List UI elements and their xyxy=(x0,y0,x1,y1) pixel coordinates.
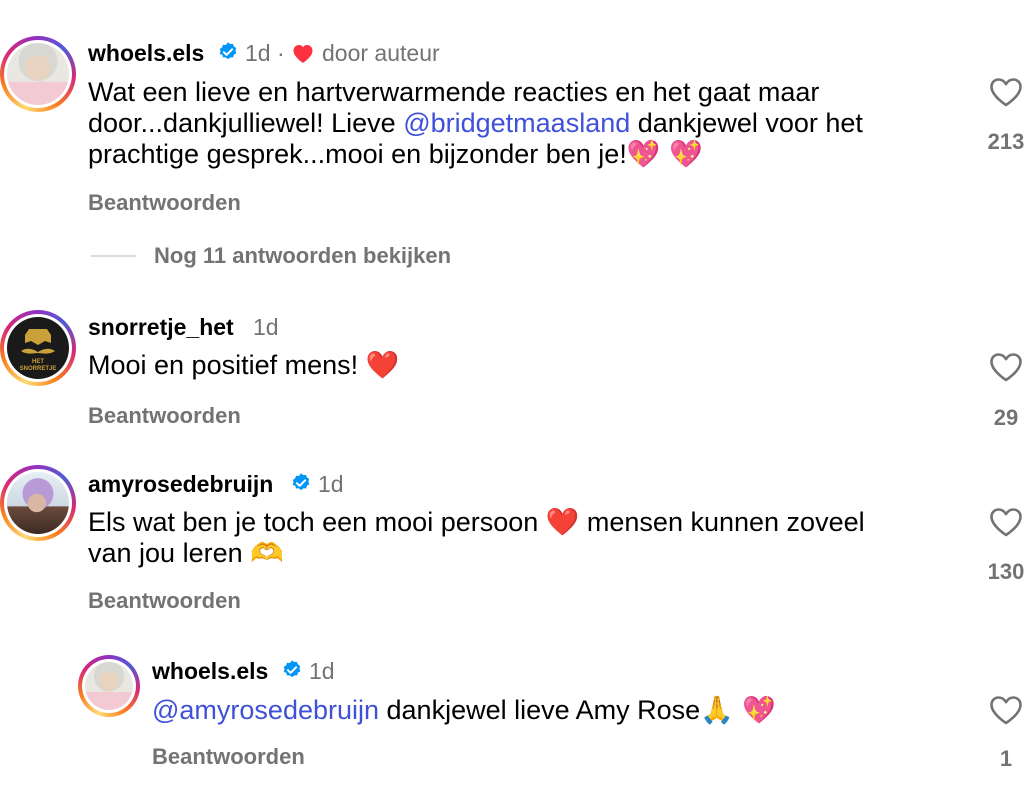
heart-icon[interactable] xyxy=(989,352,1023,382)
comment-time: 1d xyxy=(309,658,335,684)
mustache-logo-icon: HET SNORRETJE xyxy=(20,329,57,372)
comment-text: Els wat ben je toch een mooi persoon ❤️ … xyxy=(88,507,865,569)
comment-text: Mooi en positief mens! ❤️ xyxy=(88,350,399,381)
heart-icon[interactable] xyxy=(989,695,1023,725)
comment-line: Mooi en positief mens! ❤️ xyxy=(88,350,399,381)
text-segment: door...dankjulliewel! Lieve xyxy=(88,108,404,138)
emoji: ❤️ xyxy=(365,350,400,381)
reply-button[interactable]: Beantwoorden xyxy=(88,190,241,216)
story-ring[interactable] xyxy=(78,655,140,717)
emoji: ❤️ xyxy=(545,507,580,538)
comment-line: @amyrosedebruijn dankjewel lieve Amy Ros… xyxy=(152,695,776,726)
svg-text:HET: HET xyxy=(32,359,44,365)
like-count: 1 xyxy=(999,746,1013,771)
text-segment: mensen kunnen zoveel xyxy=(579,507,865,537)
comment-text: @amyrosedebruijn dankjewel lieve Amy Ros… xyxy=(152,695,776,726)
like-count: 213 xyxy=(987,129,1025,154)
avatar xyxy=(7,43,69,105)
reply-button[interactable]: Beantwoorden xyxy=(88,403,241,429)
like-count: 29 xyxy=(993,405,1019,430)
text-segment: prachtige gesprek...mooi en bijzonder be… xyxy=(88,139,627,169)
comment-line: door...dankjulliewel! Lieve @bridgetmaas… xyxy=(88,108,863,139)
comment-line: Wat een lieve en hartverwarmende reactie… xyxy=(88,77,863,108)
story-ring[interactable] xyxy=(0,465,76,541)
comment-username[interactable]: whoels.els xyxy=(152,658,268,685)
svg-text:SNORRETJE: SNORRETJE xyxy=(20,366,57,372)
avatar xyxy=(7,472,69,534)
comment-username[interactable]: whoels.els xyxy=(88,40,204,67)
story-ring[interactable] xyxy=(0,36,76,112)
verified-badge-icon xyxy=(292,473,310,491)
comment-time: 1d xyxy=(245,40,271,66)
view-replies-button[interactable]: Nog 11 antwoorden bekijken xyxy=(154,243,451,269)
emoji: 🫶 xyxy=(250,538,284,569)
avatar xyxy=(85,662,133,710)
verified-badge-icon xyxy=(283,660,301,678)
text-segment: Wat een lieve en hartverwarmende reactie… xyxy=(88,77,820,107)
mention-link[interactable]: @bridgetmaasland xyxy=(403,108,630,138)
emoji: 🙏 💖 xyxy=(700,695,776,726)
text-segment: van jou leren xyxy=(88,538,251,568)
reply-button[interactable]: Beantwoorden xyxy=(152,744,305,770)
divider xyxy=(91,255,136,257)
comment-time: 1d xyxy=(318,471,344,497)
comment-username[interactable]: amyrosedebruijn xyxy=(88,471,273,498)
text-segment: Mooi en positief mens! xyxy=(88,350,366,380)
like-count: 130 xyxy=(987,559,1025,584)
reply-button[interactable]: Beantwoorden xyxy=(88,588,241,614)
emoji: 💖 💖 xyxy=(626,139,703,170)
comment-time: 1d xyxy=(253,314,279,340)
text-segment: dankjewel voor het xyxy=(630,108,863,138)
text-segment: Els wat ben je toch een mooi persoon xyxy=(88,507,546,537)
comment-line: Els wat ben je toch een mooi persoon ❤️ … xyxy=(88,507,865,538)
heart-icon[interactable] xyxy=(989,507,1023,537)
avatar: HET SNORRETJE xyxy=(7,317,69,379)
text-segment: dankjewel lieve Amy Rose xyxy=(379,695,701,725)
verified-badge-icon xyxy=(219,42,237,60)
author-liked-label: door auteur xyxy=(322,40,440,66)
comment-line: prachtige gesprek...mooi en bijzonder be… xyxy=(88,139,863,170)
comment-username[interactable]: snorretje_het xyxy=(88,314,234,341)
meta-separator: · xyxy=(277,40,285,66)
mention-link[interactable]: @amyrosedebruijn xyxy=(152,695,379,725)
comment-line: van jou leren 🫶 xyxy=(88,538,865,569)
heart-icon[interactable] xyxy=(989,77,1023,107)
story-ring[interactable]: HET SNORRETJE xyxy=(0,310,76,386)
author-liked-heart-icon xyxy=(293,45,313,63)
comment-text: Wat een lieve en hartverwarmende reactie… xyxy=(88,77,863,170)
